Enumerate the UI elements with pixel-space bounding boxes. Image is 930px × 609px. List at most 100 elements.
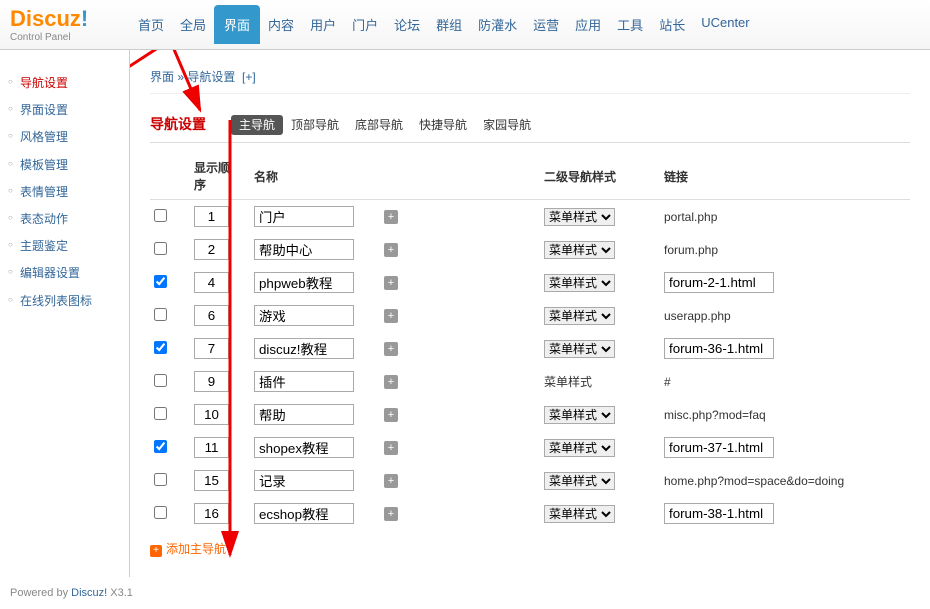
table-row: +菜单样式# xyxy=(150,365,910,398)
expand-icon[interactable]: + xyxy=(384,375,398,389)
name-input[interactable] xyxy=(254,437,354,458)
sidebar-item[interactable]: 编辑器设置 xyxy=(0,260,129,287)
style-select[interactable]: 菜单样式 xyxy=(544,406,615,424)
row-checkbox[interactable] xyxy=(154,506,167,519)
row-checkbox[interactable] xyxy=(154,374,167,387)
plus-icon: + xyxy=(150,545,162,557)
topnav-item[interactable]: 工具 xyxy=(609,5,651,44)
expand-icon[interactable]: + xyxy=(384,243,398,257)
name-input[interactable] xyxy=(254,206,354,227)
sidebar-item[interactable]: 导航设置 xyxy=(0,70,129,97)
style-select[interactable]: 菜单样式 xyxy=(544,472,615,490)
expand-icon[interactable]: + xyxy=(384,408,398,422)
expand-icon[interactable]: + xyxy=(384,342,398,356)
topnav-item[interactable]: 群组 xyxy=(428,5,470,44)
breadcrumb-expand[interactable]: [+] xyxy=(242,70,256,84)
link-input[interactable] xyxy=(664,437,774,458)
row-checkbox[interactable] xyxy=(154,209,167,222)
link-input[interactable] xyxy=(664,338,774,359)
link-input[interactable] xyxy=(664,503,774,524)
sidebar-item[interactable]: 表态动作 xyxy=(0,206,129,233)
style-select[interactable]: 菜单样式 xyxy=(544,340,615,358)
name-input[interactable] xyxy=(254,503,354,524)
topnav-item[interactable]: UCenter xyxy=(693,5,757,44)
subnav: 导航设置 主导航顶部导航底部导航快捷导航家园导航 xyxy=(150,114,910,143)
row-checkbox[interactable] xyxy=(154,341,167,354)
sidebar-item[interactable]: 风格管理 xyxy=(0,124,129,151)
topnav-item[interactable]: 界面 xyxy=(214,5,260,44)
sidebar-item[interactable]: 界面设置 xyxy=(0,97,129,124)
topnav-item[interactable]: 运营 xyxy=(525,5,567,44)
order-input[interactable] xyxy=(194,437,229,458)
name-input[interactable] xyxy=(254,239,354,260)
order-input[interactable] xyxy=(194,404,229,425)
topnav-item[interactable]: 内容 xyxy=(260,5,302,44)
table-row: + 菜单样式 xyxy=(150,497,910,530)
row-checkbox[interactable] xyxy=(154,407,167,420)
logo: Discuz! Control Panel xyxy=(0,6,130,43)
topnav-item[interactable]: 防灌水 xyxy=(470,5,525,44)
expand-icon[interactable]: + xyxy=(384,474,398,488)
topnav-item[interactable]: 论坛 xyxy=(386,5,428,44)
add-nav-button[interactable]: +添加主导航 xyxy=(150,542,226,556)
row-checkbox[interactable] xyxy=(154,308,167,321)
order-input[interactable] xyxy=(194,206,229,227)
name-input[interactable] xyxy=(254,404,354,425)
order-input[interactable] xyxy=(194,503,229,524)
name-input[interactable] xyxy=(254,272,354,293)
breadcrumb-p2[interactable]: 导航设置 xyxy=(187,70,235,84)
topnav-item[interactable]: 门户 xyxy=(344,5,386,44)
subtab[interactable]: 家园导航 xyxy=(475,115,539,135)
name-input[interactable] xyxy=(254,338,354,359)
name-input[interactable] xyxy=(254,470,354,491)
style-select[interactable]: 菜单样式 xyxy=(544,241,615,259)
subtab[interactable]: 底部导航 xyxy=(347,115,411,135)
topnav-item[interactable]: 首页 xyxy=(130,5,172,44)
topnav-item[interactable]: 全局 xyxy=(172,5,214,44)
link-text: userapp.php xyxy=(664,309,731,323)
order-input[interactable] xyxy=(194,239,229,260)
th-link: 链接 xyxy=(660,153,910,200)
order-input[interactable] xyxy=(194,305,229,326)
expand-icon[interactable]: + xyxy=(384,309,398,323)
order-input[interactable] xyxy=(194,272,229,293)
expand-icon[interactable]: + xyxy=(384,507,398,521)
expand-icon[interactable]: + xyxy=(384,276,398,290)
style-select[interactable]: 菜单样式 xyxy=(544,274,615,292)
order-input[interactable] xyxy=(194,371,229,392)
style-select[interactable]: 菜单样式 xyxy=(544,208,615,226)
subtab[interactable]: 主导航 xyxy=(231,115,283,135)
row-checkbox[interactable] xyxy=(154,440,167,453)
sidebar-item[interactable]: 模板管理 xyxy=(0,152,129,179)
order-input[interactable] xyxy=(194,470,229,491)
subtab[interactable]: 顶部导航 xyxy=(283,115,347,135)
expand-icon[interactable]: + xyxy=(384,441,398,455)
link-input[interactable] xyxy=(664,272,774,293)
sidebar-item[interactable]: 主题鉴定 xyxy=(0,233,129,260)
name-input[interactable] xyxy=(254,305,354,326)
row-checkbox[interactable] xyxy=(154,275,167,288)
breadcrumb-p1[interactable]: 界面 xyxy=(150,70,174,84)
style-select[interactable]: 菜单样式 xyxy=(544,307,615,325)
table-row: +菜单样式forum.php xyxy=(150,233,910,266)
topnav-item[interactable]: 用户 xyxy=(302,5,344,44)
order-input[interactable] xyxy=(194,338,229,359)
topnav-item[interactable]: 站长 xyxy=(651,5,693,44)
sidebar-item[interactable]: 表情管理 xyxy=(0,179,129,206)
table-row: + 菜单样式 xyxy=(150,266,910,299)
logo-main: Discuz xyxy=(10,6,81,31)
topnav-item[interactable]: 应用 xyxy=(567,5,609,44)
row-checkbox[interactable] xyxy=(154,473,167,486)
row-checkbox[interactable] xyxy=(154,242,167,255)
name-input[interactable] xyxy=(254,371,354,392)
content: 界面 » 导航设置 [+] 导航设置 主导航顶部导航底部导航快捷导航家园导航 显… xyxy=(130,50,930,577)
style-select[interactable]: 菜单样式 xyxy=(544,505,615,523)
expand-icon[interactable]: + xyxy=(384,210,398,224)
th-style: 二级导航样式 xyxy=(540,153,660,200)
header: Discuz! Control Panel 首页全局界面内容用户门户论坛群组防灌… xyxy=(0,0,930,50)
style-select[interactable]: 菜单样式 xyxy=(544,439,615,457)
footer-brand[interactable]: Discuz! xyxy=(71,587,107,599)
th-name: 名称 xyxy=(250,153,380,200)
sidebar-item[interactable]: 在线列表图标 xyxy=(0,288,129,315)
subtab[interactable]: 快捷导航 xyxy=(411,115,475,135)
